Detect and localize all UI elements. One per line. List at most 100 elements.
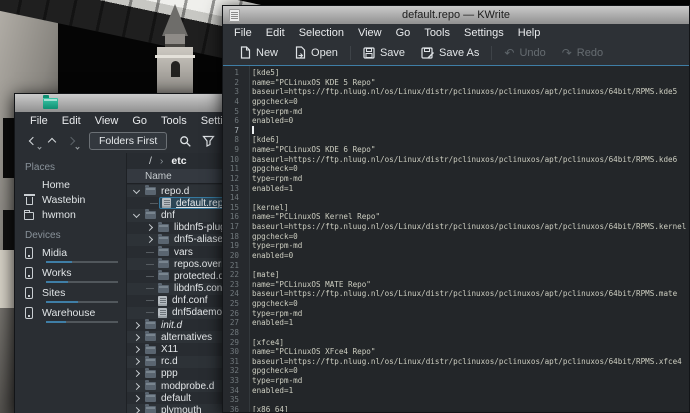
editor-line[interactable]: 21 [223,261,689,271]
expander-icon[interactable] [144,237,155,242]
editor-line[interactable]: 36 [x86_64] [223,405,689,412]
editor-line[interactable]: 3 baseurl=https://ftp.nluug.nl/os/Linux/… [223,87,689,97]
editor-line[interactable]: 11 gpgcheck=0 [223,164,689,174]
editor-line[interactable]: 17 baseurl=https://ftp.nluug.nl/os/Linux… [223,222,689,232]
kwrite-menu-item[interactable]: Help [511,27,548,39]
editor-line[interactable]: 9 name="PCLinuxOS KDE 6 Repo" [223,145,689,155]
places-item[interactable]: hwmon [23,207,126,222]
device-item[interactable]: Works [23,265,126,283]
line-text: baseurl=https://ftp.nluug.nl/os/Linux/di… [245,357,682,367]
folder-icon [158,272,169,280]
editor-line[interactable]: 16 name="PCLinuxOS Kernel Repo" [223,212,689,222]
forward-icon [66,137,74,145]
device-item[interactable]: Sites [23,285,126,303]
editor-line[interactable]: 25 gpgcheck=0 [223,299,689,309]
kwrite-menu-item[interactable]: Edit [259,27,292,39]
editor-line[interactable]: 27 enabled=1 [223,318,689,328]
undo-button-disabled[interactable]: ↶ Undo [496,45,553,61]
places-item[interactable]: Home [23,177,126,192]
expander-icon[interactable] [148,203,159,204]
line-text: name="PCLinuxOS KDE 6 Repo" [245,145,375,155]
expander-icon[interactable] [144,225,155,230]
kwrite-menu-item[interactable]: Tools [417,27,457,39]
breadcrumb-root[interactable]: / [149,155,152,167]
kwrite-menu-item[interactable]: File [227,27,259,39]
editor-line[interactable]: 28 [223,328,689,338]
redo-button-disabled[interactable]: ↷ Redo [554,45,611,61]
dolphin-menu-item[interactable]: File [23,115,55,127]
new-button[interactable]: New [231,44,286,61]
dolphin-menu-item[interactable]: Tools [154,115,194,127]
editor-line[interactable]: 26 type=rpm-md [223,309,689,319]
kwrite-menu-item[interactable]: Settings [457,27,511,39]
editor-line[interactable]: 13 enabled=1 [223,184,689,194]
expander-icon[interactable] [144,312,155,313]
kwrite-titlebar[interactable]: default.repo — KWrite [223,6,689,24]
editor-line[interactable]: 30 name="PCLinuxOS XFce4 Repo" [223,347,689,357]
expander-icon[interactable] [131,335,142,340]
up-button[interactable] [42,132,61,150]
expander-icon[interactable] [144,276,155,277]
editor-line[interactable]: 6 enabled=0 [223,116,689,126]
expander-icon[interactable] [131,384,142,389]
editor-line[interactable]: 31 baseurl=https://ftp.nluug.nl/os/Linux… [223,357,689,367]
dolphin-menu-item[interactable]: Edit [55,115,88,127]
expander-icon[interactable] [131,347,142,352]
editor-line[interactable]: 4 gpgcheck=0 [223,97,689,107]
forward-button-disabled[interactable] [61,132,80,150]
editor-line[interactable]: 24 baseurl=https://ftp.nluug.nl/os/Linux… [223,289,689,299]
editor-line[interactable]: 8 [kde6] [223,135,689,145]
background-wall-highlight [0,250,14,308]
device-item[interactable]: Midia [23,245,126,263]
editor-line[interactable]: 32 gpgcheck=0 [223,366,689,376]
expander-icon[interactable] [131,214,142,217]
editor-line[interactable]: 20 enabled=0 [223,251,689,261]
editor-line[interactable]: 33 type=rpm-md [223,376,689,386]
editor-line[interactable]: 22 [mate] [223,270,689,280]
editor-line[interactable]: 2 name="PCLinuxOS KDE 5 Repo" [223,78,689,88]
expander-icon[interactable] [131,190,142,193]
back-button[interactable] [23,132,42,150]
editor-line[interactable]: 29 [xfce4] [223,338,689,348]
editor-line[interactable]: 19 type=rpm-md [223,241,689,251]
editor-line[interactable]: 34 enabled=1 [223,386,689,396]
editor-line[interactable]: 14 [223,193,689,203]
editor-lines: 1 [kde5] 2 name="PCLinuxOS KDE 5 Repo" 3… [223,66,689,412]
editor-line[interactable]: 18 gpgcheck=0 [223,232,689,242]
expander-icon[interactable] [131,396,142,401]
places-item[interactable]: Wastebin [23,192,126,207]
sort-order-button[interactable]: Folders First [89,132,167,150]
editor-line[interactable]: 12 type=rpm-md [223,174,689,184]
kwrite-menu-item[interactable]: View [351,27,389,39]
text-editor-area[interactable]: 1 [kde5] 2 name="PCLinuxOS KDE 5 Repo" 3… [223,65,689,412]
save-as-button[interactable]: Save As [413,45,487,61]
editor-line[interactable]: 10 baseurl=https://ftp.nluug.nl/os/Linux… [223,155,689,165]
expander-icon[interactable] [144,252,155,253]
editor-line[interactable]: 1 [kde5] [223,68,689,78]
places-header: Places [25,162,126,173]
editor-line[interactable]: 5 type=rpm-md [223,107,689,117]
dolphin-menu-item[interactable]: Go [125,115,154,127]
expander-icon[interactable] [131,371,142,376]
device-item[interactable]: Warehouse [23,305,126,323]
open-button[interactable]: Open [286,44,346,61]
dolphin-menu-item[interactable]: View [88,115,126,127]
breadcrumb-current[interactable]: etc [171,155,186,167]
device-label: Sites [42,287,65,299]
folder-icon [158,236,169,244]
filter-button[interactable] [202,135,215,148]
editor-line[interactable]: 15 [kernel] [223,203,689,213]
search-button[interactable] [179,135,192,148]
kwrite-menu-item[interactable]: Selection [292,27,351,39]
expander-icon[interactable] [131,323,142,328]
expander-icon[interactable] [131,359,142,364]
editor-line[interactable]: 23 name="PCLinuxOS MATE Repo" [223,280,689,290]
editor-line[interactable]: 35 [223,395,689,405]
expander-icon[interactable] [144,288,155,289]
save-button[interactable]: Save [355,45,413,61]
kwrite-menu-item[interactable]: Go [389,27,418,39]
expander-icon[interactable] [144,300,155,301]
expander-icon[interactable] [144,264,155,265]
expander-icon[interactable] [131,408,142,413]
editor-line[interactable]: 7 [223,126,689,136]
